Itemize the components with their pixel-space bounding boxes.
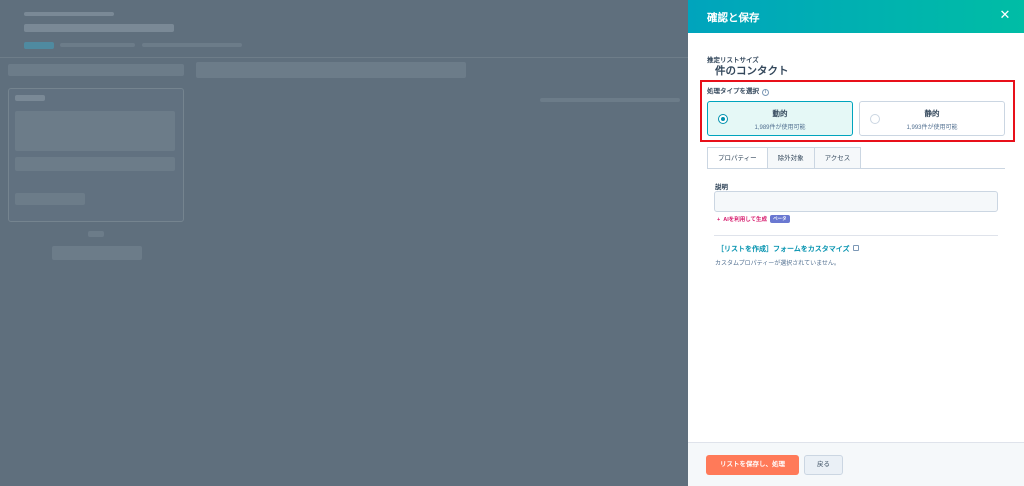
processing-type-option-static[interactable]: 静的 1,993件が使用可能 xyxy=(859,101,1005,136)
external-link-icon xyxy=(852,245,859,251)
tab-exclusions[interactable]: 除外対象 xyxy=(766,147,815,169)
option-title: 動的 xyxy=(772,109,788,118)
bg-filter-select xyxy=(8,64,184,76)
bg-header-divider xyxy=(0,57,688,58)
bg-toolbar xyxy=(196,62,466,78)
panel-footer: リストを保存し、処理 戻る xyxy=(688,442,1024,486)
bg-panel-row-2 xyxy=(15,157,175,171)
description-input[interactable] xyxy=(714,191,998,212)
processing-type-option-dynamic[interactable]: 動的 1,989件が使用可能 xyxy=(707,101,853,136)
bg-hint-text xyxy=(540,98,680,102)
tab-properties[interactable]: プロパティー xyxy=(707,147,768,169)
bg-panel-row-1 xyxy=(15,111,175,151)
bg-meta-2 xyxy=(142,43,242,47)
panel-header: 確認と保存 ✕ xyxy=(688,0,1024,33)
confirm-save-panel: 確認と保存 ✕ 推定リストサイズ 件のコンタクト 処理タイプを選択 i 動的 1,… xyxy=(688,0,1024,486)
bg-add-button xyxy=(52,246,142,260)
no-custom-properties-text: カスタムプロパティーが選択されていません。 xyxy=(715,261,840,267)
description-label: 説明 xyxy=(715,184,728,191)
section-divider xyxy=(714,235,998,236)
background-app-overlay xyxy=(0,0,688,486)
bg-page-title xyxy=(24,24,174,32)
bg-breadcrumb xyxy=(24,12,114,16)
bg-or-label xyxy=(88,231,104,237)
estimated-size-value: 件のコンタクト xyxy=(715,65,789,77)
sparkle-plus-icon: + xyxy=(717,217,721,223)
customize-form-link[interactable]: ［リストを作成］フォームをカスタマイズ xyxy=(717,244,859,254)
close-icon[interactable]: ✕ xyxy=(998,9,1012,23)
tab-access[interactable]: アクセス xyxy=(813,147,862,169)
ai-generate-link[interactable]: + AIを利用して生成 ベータ xyxy=(717,215,790,223)
ai-generate-label: AIを利用して生成 xyxy=(723,217,768,223)
customize-form-label: ［リストを作成］フォームをカスタマイズ xyxy=(717,246,850,253)
save-list-button[interactable]: リストを保存し、処理 xyxy=(706,455,799,475)
bg-status-badge xyxy=(24,42,54,49)
option-subtitle: 1,993件が使用可能 xyxy=(906,125,958,131)
bg-panel-row-3 xyxy=(15,193,85,205)
bg-meta-1 xyxy=(60,43,135,47)
panel-title: 確認と保存 xyxy=(707,12,760,24)
option-title: 静的 xyxy=(924,109,940,118)
bg-panel-heading xyxy=(15,95,45,101)
option-subtitle: 1,989件が使用可能 xyxy=(754,125,806,131)
panel-tabs: プロパティー 除外対象 アクセス xyxy=(707,147,862,169)
beta-badge: ベータ xyxy=(770,215,790,223)
tabs-divider xyxy=(707,168,1005,169)
bg-filter-panel xyxy=(8,88,184,222)
back-button[interactable]: 戻る xyxy=(804,455,843,475)
